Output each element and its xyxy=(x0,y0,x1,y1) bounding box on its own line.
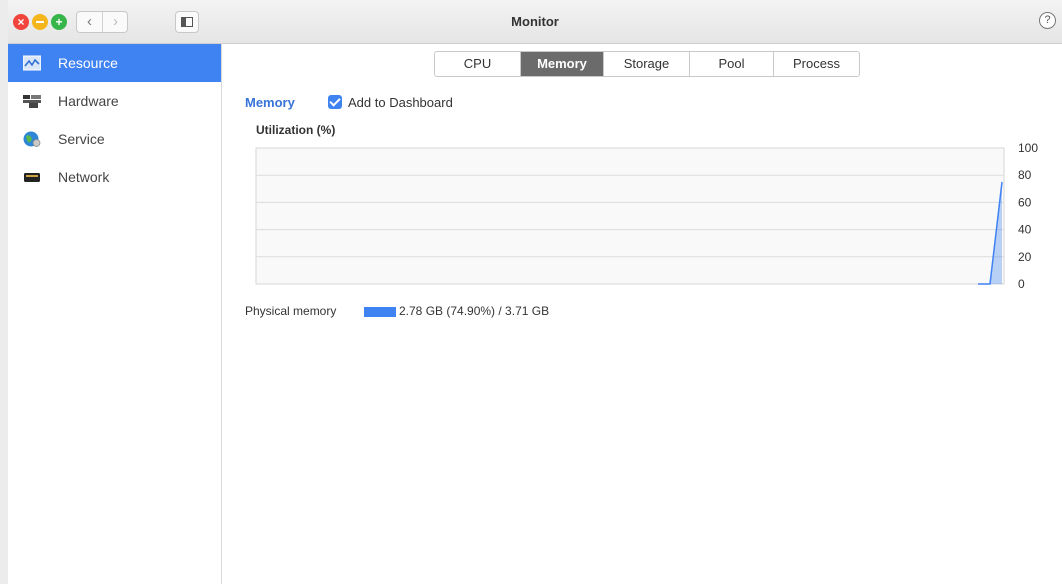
monitor-window: Monitor × + ‹ › ? Resource Hardware Serv… xyxy=(8,0,1062,584)
legend-series-value: 2.78 GB (74.90%) / 3.71 GB xyxy=(399,304,550,318)
legend-series-label: Physical memory xyxy=(245,304,337,318)
y-tick-label: 0 xyxy=(1018,277,1025,291)
y-tick-label: 60 xyxy=(1018,195,1032,209)
y-tick-label: 100 xyxy=(1018,141,1038,155)
y-tick-label: 80 xyxy=(1018,168,1032,182)
y-tick-label: 40 xyxy=(1018,223,1032,237)
y-tick-label: 20 xyxy=(1018,250,1032,264)
window-edge xyxy=(0,0,8,584)
chart-plot-area xyxy=(255,147,1005,285)
legend-swatch xyxy=(364,307,396,317)
memory-utilization-chart: 100 80 60 40 20 0 xyxy=(255,141,1038,291)
